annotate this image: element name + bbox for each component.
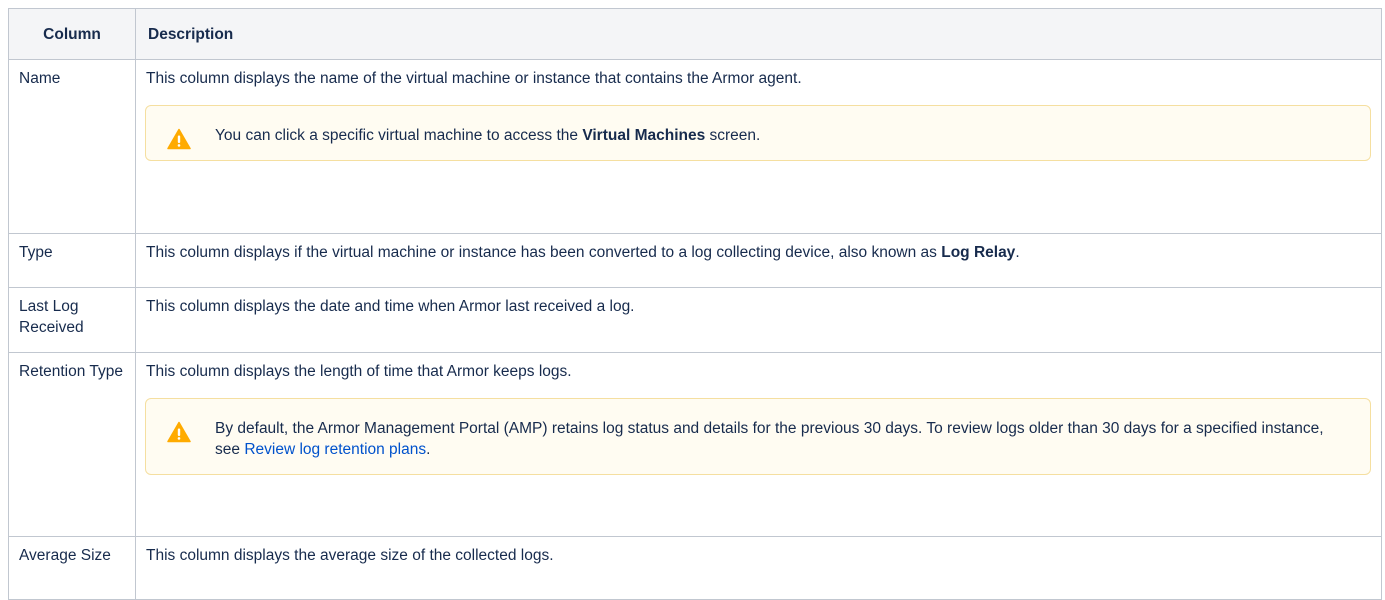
warning-panel: You can click a specific virtual machine…	[145, 105, 1371, 161]
description-text: This column displays the length of time …	[146, 363, 572, 380]
warning-text-bold: Virtual Machines	[582, 127, 706, 144]
table-row: Type This column displays if the virtual…	[8, 233, 1382, 288]
description-text: This column displays the name of the vir…	[146, 70, 802, 87]
description-text-part: .	[1015, 244, 1020, 261]
row-description-cell: This column displays the date and time w…	[135, 287, 1382, 353]
warning-panel: By default, the Armor Management Portal …	[145, 398, 1371, 475]
warning-text-part: You can click a specific virtual machine…	[215, 127, 583, 144]
columns-table: Column Description Name This column disp…	[8, 8, 1382, 600]
table-row: Name This column displays the name of th…	[8, 59, 1382, 234]
row-description-cell: This column displays the length of time …	[135, 352, 1382, 537]
row-description-cell: This column displays the name of the vir…	[135, 59, 1382, 234]
warning-icon	[167, 128, 191, 150]
description-text: This column displays the average size of…	[146, 547, 554, 564]
header-column: Column	[8, 8, 136, 60]
description-text-bold: Log Relay	[941, 244, 1016, 261]
row-name-cell: Average Size	[8, 536, 136, 600]
page: Column Description Name This column disp…	[0, 0, 1385, 600]
warning-text-part: screen.	[705, 127, 761, 144]
warning-icon	[167, 421, 191, 443]
warning-text: You can click a specific virtual machine…	[215, 125, 1346, 146]
table-row: Retention Type This column displays the …	[8, 352, 1382, 537]
table-header-row: Column Description	[8, 8, 1382, 60]
review-log-retention-plans-link[interactable]: Review log retention plans	[244, 441, 426, 458]
description-text: This column displays if the virtual mach…	[146, 242, 1371, 263]
table-row: Average Size This column displays the av…	[8, 536, 1382, 600]
warning-text-part: .	[426, 441, 431, 458]
row-name-cell: Type	[8, 233, 136, 288]
row-description-cell: This column displays if the virtual mach…	[135, 233, 1382, 288]
description-text-part: This column displays if the virtual mach…	[146, 244, 942, 261]
row-name-cell: Last Log Received	[8, 287, 136, 353]
warning-text: By default, the Armor Management Portal …	[215, 418, 1346, 460]
description-text: This column displays the date and time w…	[146, 298, 635, 315]
row-name-cell: Name	[8, 59, 136, 234]
table-row: Last Log Received This column displays t…	[8, 287, 1382, 353]
row-name-cell: Retention Type	[8, 352, 136, 537]
row-description-cell: This column displays the average size of…	[135, 536, 1382, 600]
header-description: Description	[135, 8, 1382, 60]
